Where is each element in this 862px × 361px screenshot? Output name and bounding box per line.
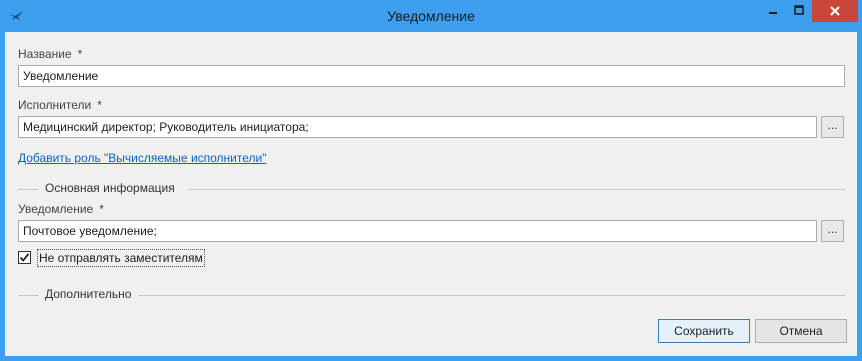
name-label: Название * [18,47,83,61]
group-title: Основная информация [45,181,181,195]
group-divider [18,189,39,190]
group-title: Дополнительно [45,287,138,301]
checkmark-icon [19,253,30,262]
group-divider [138,295,845,296]
additional-group: Дополнительно [18,287,845,303]
minimize-icon [769,12,777,14]
save-button[interactable]: Сохранить [658,319,750,343]
title-bar[interactable]: Уведомление [0,0,862,32]
required-mark: * [97,98,102,112]
group-divider [188,189,845,190]
no-deputies-label[interactable]: Не отправлять заместителям [37,249,205,267]
basic-info-group: Основная информация [18,181,845,197]
notification-label: Уведомление * [18,202,104,216]
minimize-button[interactable] [760,0,786,22]
add-computed-role-link[interactable]: Добавить роль "Вычисляемые исполнители" [18,151,266,165]
name-field[interactable]: Уведомление [18,65,845,87]
no-deputies-checkbox[interactable] [18,251,31,264]
performers-browse-button[interactable]: ... [821,116,844,138]
close-button[interactable] [812,0,858,22]
maximize-button[interactable] [786,0,812,22]
notification-browse-button[interactable]: ... [821,220,844,242]
cancel-button[interactable]: Отмена [755,319,847,343]
group-divider [18,295,39,296]
dialog-window: Уведомление Название * Уведомление Исполн… [0,0,862,361]
maximize-icon [794,5,804,15]
required-mark: * [99,202,104,216]
window-title: Уведомление [387,8,475,24]
performers-field[interactable]: Медицинский директор; Руководитель иници… [18,116,817,138]
dialog-body: Название * Уведомление Исполнители * Медиц… [5,32,857,356]
notification-field[interactable]: Почтовое уведомление; [18,220,817,242]
close-icon [830,6,840,16]
performers-label: Исполнители * [18,98,102,112]
required-mark: * [77,47,83,61]
